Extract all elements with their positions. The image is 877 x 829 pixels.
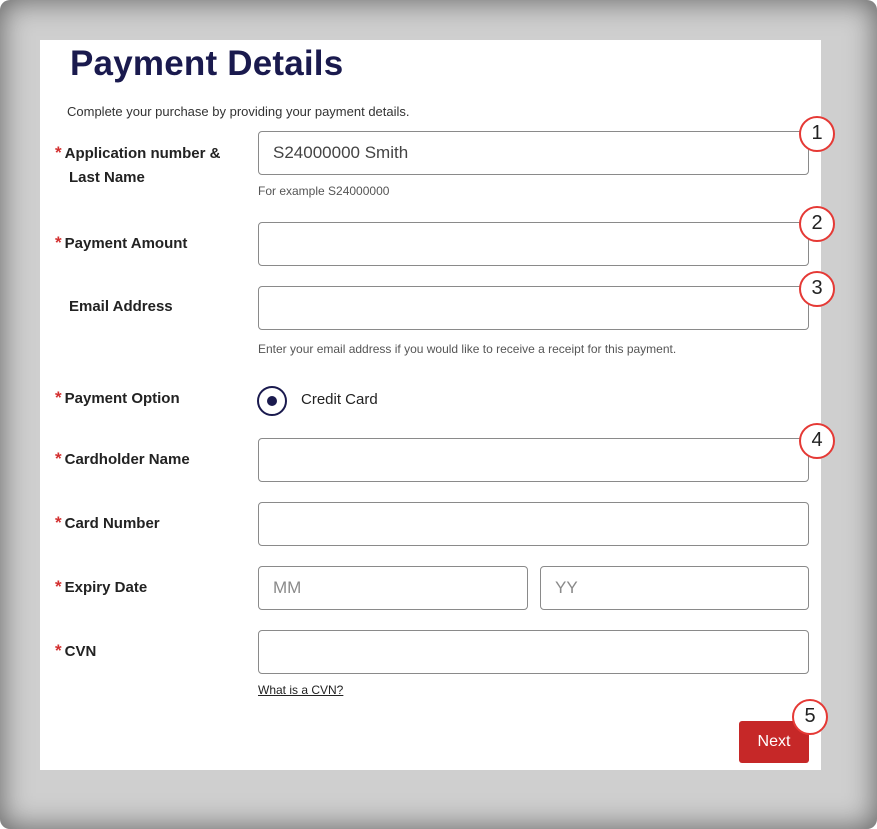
cardholder-name-label: * Cardholder Name	[55, 447, 190, 472]
email-input[interactable]	[258, 286, 809, 330]
card-number-label-text: Card Number	[64, 515, 160, 532]
what-is-cvn-link[interactable]: What is a CVN?	[258, 683, 343, 697]
annotation-badge-3: 3	[799, 271, 835, 307]
annotation-badge-1: 1	[799, 116, 835, 152]
expiry-month-input[interactable]	[258, 566, 528, 610]
required-star: *	[55, 233, 62, 252]
cardholder-name-label-text: Cardholder Name	[64, 451, 190, 468]
cvn-label: * CVN	[55, 639, 96, 664]
payment-option-label-text: Payment Option	[64, 390, 180, 407]
credit-card-radio-label[interactable]: Credit Card	[301, 391, 378, 408]
expiry-year-input[interactable]	[540, 566, 809, 610]
application-label-line2: Last Name	[69, 169, 145, 186]
cvn-input[interactable]	[258, 630, 809, 674]
application-label-line1: Application number &	[64, 145, 221, 162]
annotation-badge-4: 4	[799, 423, 835, 459]
required-star: *	[55, 449, 62, 468]
application-label: * Application number & Last Name	[55, 141, 220, 190]
required-star: *	[55, 513, 62, 532]
payment-option-label: * Payment Option	[55, 386, 180, 411]
expiry-date-label: * Expiry Date	[55, 575, 147, 600]
application-hint: For example S24000000	[258, 184, 390, 198]
cardholder-name-input[interactable]	[258, 438, 809, 482]
credit-card-radio[interactable]	[257, 386, 287, 416]
payment-amount-label: * Payment Amount	[55, 231, 187, 256]
card-number-label: * Card Number	[55, 511, 160, 536]
expiry-date-label-text: Expiry Date	[64, 579, 148, 596]
payment-amount-label-text: Payment Amount	[64, 235, 188, 252]
email-label: Email Address	[69, 298, 173, 315]
required-star: *	[55, 388, 62, 407]
required-star: *	[55, 577, 62, 596]
page-intro: Complete your purchase by providing your…	[67, 104, 410, 119]
annotation-badge-5: 5	[792, 699, 828, 735]
radio-selected-dot	[267, 396, 277, 406]
page-title: Payment Details	[70, 44, 344, 83]
email-hint: Enter your email address if you would li…	[258, 342, 677, 356]
required-star: *	[55, 143, 62, 162]
payment-amount-input[interactable]	[258, 222, 809, 266]
annotation-badge-2: 2	[799, 206, 835, 242]
card-number-input[interactable]	[258, 502, 809, 546]
application-number-input[interactable]	[258, 131, 809, 175]
required-star: *	[55, 641, 62, 660]
cvn-label-text: CVN	[64, 643, 97, 660]
